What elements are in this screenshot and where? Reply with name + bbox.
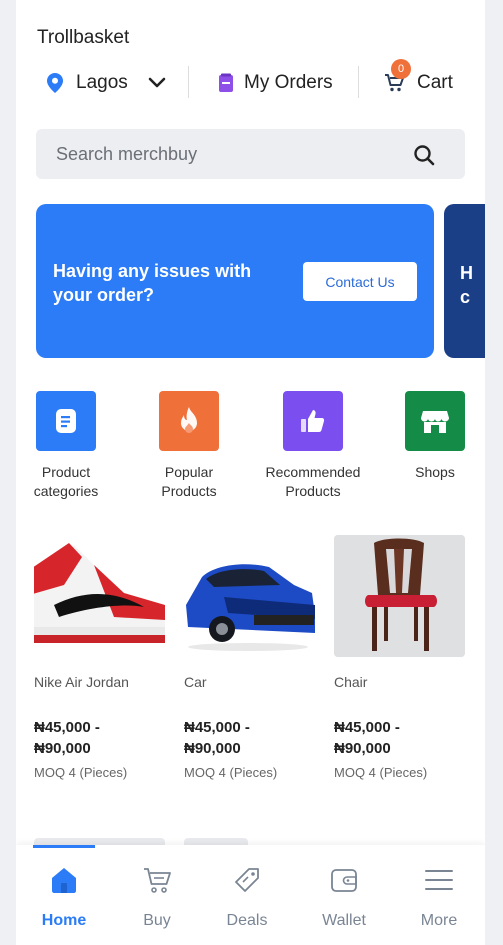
location-label: Lagos bbox=[76, 72, 128, 93]
search-bar[interactable]: Search merchbuy bbox=[36, 129, 465, 179]
divider bbox=[188, 66, 189, 98]
product-moq: MOQ 4 (Pieces) bbox=[34, 765, 128, 780]
cart-label: Cart bbox=[417, 72, 453, 93]
nav-wallet[interactable]: Wallet bbox=[304, 865, 384, 930]
price-line: ₦90,000 bbox=[184, 740, 241, 757]
category-product-categories[interactable]: Product categories bbox=[16, 391, 126, 501]
location-pin-icon bbox=[47, 73, 63, 93]
nav-label: Buy bbox=[143, 912, 171, 929]
product-card[interactable]: Nike Air Jordan ₦45,000 - ₦90,000 MOQ 4 … bbox=[34, 535, 165, 780]
cart-button[interactable]: 0 Cart bbox=[384, 59, 453, 98]
flame-icon bbox=[181, 407, 197, 433]
product-price: ₦45,000 - ₦90,000 bbox=[184, 717, 315, 759]
chevron-down-icon bbox=[148, 77, 166, 88]
product-price: ₦45,000 - ₦90,000 bbox=[334, 717, 465, 759]
product-moq: MOQ 4 (Pieces) bbox=[334, 765, 428, 780]
price-line: ₦45,000 - bbox=[334, 719, 400, 736]
cart-count-badge: 0 bbox=[391, 59, 411, 79]
menu-icon bbox=[425, 870, 453, 890]
nav-label: Home bbox=[41, 912, 87, 929]
product-name: Car bbox=[184, 674, 207, 690]
chair-image bbox=[334, 535, 465, 657]
store-icon bbox=[421, 411, 449, 433]
next-banner-text: Hc bbox=[460, 263, 473, 307]
category-shops[interactable]: Shops bbox=[375, 391, 485, 482]
nav-label: Wallet bbox=[322, 912, 366, 929]
product-image bbox=[34, 535, 165, 657]
my-orders-button[interactable]: My Orders bbox=[218, 68, 333, 98]
thumbs-up-icon bbox=[301, 410, 325, 432]
document-icon bbox=[56, 409, 76, 433]
nav-label: More bbox=[420, 912, 458, 929]
price-line: ₦45,000 - bbox=[34, 719, 100, 736]
cart-icon-wrap: 0 bbox=[384, 59, 411, 93]
divider bbox=[358, 66, 359, 98]
category-shortcuts: Product categories Popular Products Recomm… bbox=[16, 391, 485, 511]
banner-message: Having any issues with your order? bbox=[53, 261, 252, 305]
nav-more[interactable]: More bbox=[399, 865, 479, 930]
category-label: Product categories bbox=[33, 464, 99, 499]
nav-label: Deals bbox=[226, 912, 268, 929]
nav-buy[interactable]: Buy bbox=[117, 865, 197, 930]
price-line: ₦90,000 bbox=[34, 740, 91, 757]
product-name: Chair bbox=[334, 674, 368, 690]
product-image bbox=[184, 535, 315, 657]
product-card[interactable]: Chair ₦45,000 - ₦90,000 MOQ 4 (Pieces) bbox=[334, 535, 465, 780]
product-moq: MOQ 4 (Pieces) bbox=[184, 765, 278, 780]
support-banner: Having any issues with your order? Conta… bbox=[36, 204, 434, 358]
category-tile bbox=[159, 391, 219, 451]
product-image bbox=[334, 535, 465, 657]
search-icon[interactable] bbox=[413, 144, 435, 166]
orders-bag-icon bbox=[219, 73, 233, 92]
wallet-icon bbox=[331, 869, 357, 892]
location-selector[interactable]: Lagos bbox=[46, 68, 166, 98]
cart-icon bbox=[144, 868, 171, 893]
app-screen: Trollbasket Lagos My Orders 0 Cart Searc… bbox=[16, 0, 485, 945]
category-tile bbox=[283, 391, 343, 451]
contact-us-button[interactable]: Contact Us bbox=[303, 262, 417, 301]
category-label: Recommended Products bbox=[265, 464, 361, 499]
product-price: ₦45,000 - ₦90,000 bbox=[34, 717, 165, 759]
price-line: ₦90,000 bbox=[334, 740, 391, 757]
home-icon bbox=[52, 868, 76, 893]
store-name: Trollbasket bbox=[37, 27, 130, 48]
right-gutter bbox=[485, 0, 503, 945]
sneaker-image bbox=[34, 535, 165, 657]
category-recommended-products[interactable]: Recommended Products bbox=[253, 391, 373, 501]
my-orders-label: My Orders bbox=[244, 72, 333, 93]
active-indicator bbox=[33, 845, 95, 848]
tag-icon bbox=[235, 868, 259, 892]
nav-home[interactable]: Home bbox=[24, 865, 104, 930]
category-label: Shops bbox=[415, 464, 455, 480]
category-popular-products[interactable]: Popular Products bbox=[129, 391, 249, 501]
price-line: ₦45,000 - bbox=[184, 719, 250, 736]
category-label: Popular Products bbox=[161, 464, 217, 499]
category-tile bbox=[36, 391, 96, 451]
next-banner-peek[interactable]: Hc bbox=[444, 204, 485, 358]
product-card[interactable]: Car ₦45,000 - ₦90,000 MOQ 4 (Pieces) bbox=[184, 535, 315, 780]
nav-deals[interactable]: Deals bbox=[207, 865, 287, 930]
search-input[interactable]: Search merchbuy bbox=[56, 144, 197, 165]
bottom-nav: Home Buy Deals Wallet More bbox=[16, 845, 485, 945]
category-tile bbox=[405, 391, 465, 451]
car-image bbox=[184, 535, 315, 657]
top-bar: Lagos My Orders 0 Cart bbox=[16, 59, 485, 106]
product-name: Nike Air Jordan bbox=[34, 674, 129, 690]
